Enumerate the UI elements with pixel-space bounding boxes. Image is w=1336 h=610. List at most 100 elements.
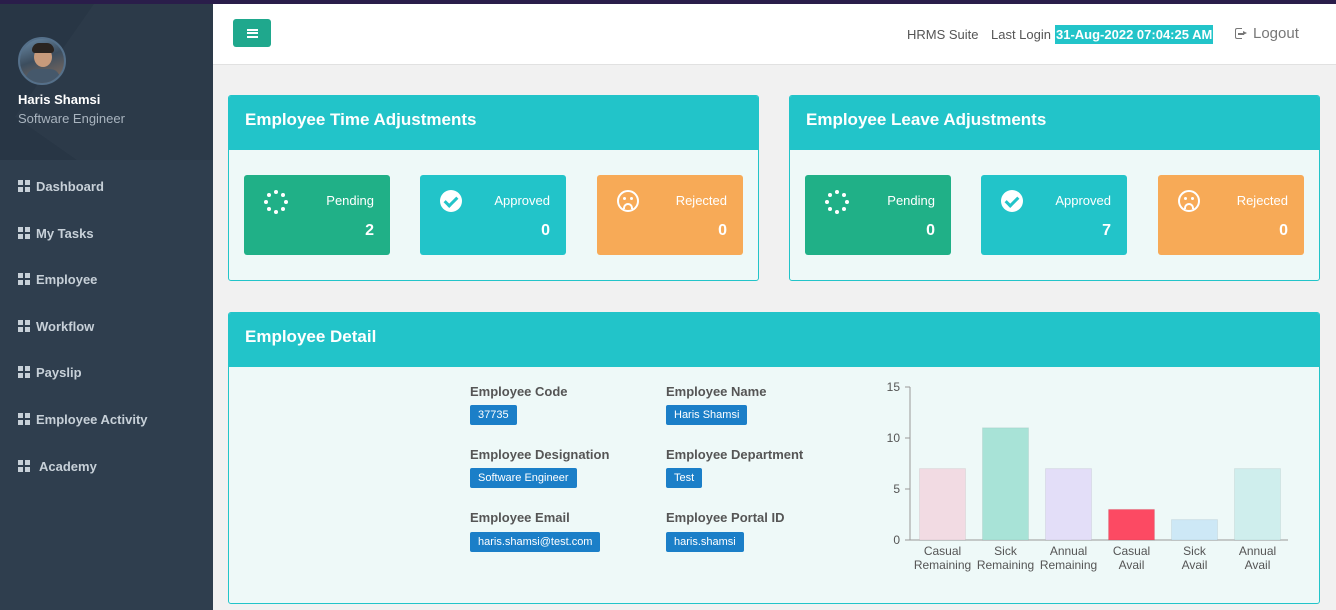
x-tick-label: Annual <box>1050 544 1087 558</box>
x-tick-label: Annual <box>1239 544 1276 558</box>
sidebar-item-payslip[interactable]: Payslip <box>18 362 82 382</box>
x-tick-label: Remaining <box>1040 558 1097 572</box>
chart-bar[interactable] <box>982 427 1029 541</box>
sidebar-item-workflow[interactable]: Workflow <box>18 316 94 336</box>
employee-name-value: Haris Shamsi <box>666 405 748 425</box>
time-pending-card[interactable]: Pending 2 <box>244 175 390 255</box>
grid-icon <box>18 273 30 285</box>
leave-balance-chart: 051015CasualRemainingSickRemainingAnnual… <box>887 380 1288 572</box>
sidebar-item-employee[interactable]: Employee <box>18 269 97 289</box>
logout-button[interactable]: Logout <box>1235 25 1299 42</box>
sidebar-item-dashboard[interactable]: Dashboard <box>18 176 104 196</box>
sidebar-item-label: My Tasks <box>36 225 94 241</box>
y-tick-label: 15 <box>887 380 901 394</box>
time-rejected-card[interactable]: Rejected 0 <box>597 175 743 255</box>
stat-label: Pending <box>887 193 935 208</box>
frown-icon <box>617 190 641 214</box>
employee-designation-label: Employee Designation <box>470 447 610 462</box>
leave-adjustments-panel: Employee Leave Adjustments Pending 0 App… <box>789 95 1320 281</box>
sign-out-icon <box>1235 28 1247 39</box>
employee-name-label: Employee Name <box>666 384 767 399</box>
spinner-icon <box>825 190 849 214</box>
employee-portal-label: Employee Portal ID <box>666 510 785 525</box>
grid-icon <box>18 413 30 425</box>
x-tick-label: Avail <box>1245 558 1271 572</box>
x-tick-label: Sick <box>994 544 1018 558</box>
last-login-label: Last Login <box>991 27 1051 42</box>
sidebar-item-label: Employee Activity <box>36 411 148 427</box>
sidebar-item-label: Academy <box>39 458 97 474</box>
user-profile: Haris Shamsi Software Engineer <box>0 4 213 160</box>
chart-bar[interactable] <box>1108 508 1155 541</box>
panel-title: Employee Leave Adjustments <box>790 96 1319 150</box>
stat-label: Rejected <box>675 193 727 208</box>
user-role: Software Engineer <box>18 111 125 126</box>
x-tick-label: Avail <box>1119 558 1145 572</box>
user-name: Haris Shamsi <box>18 92 101 107</box>
x-tick-label: Casual <box>924 544 961 558</box>
grid-icon <box>18 366 30 378</box>
chart-bar[interactable] <box>1234 468 1281 541</box>
menu-toggle-button[interactable] <box>233 19 271 47</box>
sidebar-item-employee-activity[interactable]: Employee Activity <box>18 409 148 429</box>
stat-label: Approved <box>1055 193 1111 208</box>
employee-department-value: Test <box>666 468 703 488</box>
grid-icon <box>18 180 30 192</box>
spinner-icon <box>264 190 288 214</box>
employee-department-label: Employee Department <box>666 447 804 462</box>
leave-approved-card[interactable]: Approved 7 <box>981 175 1127 255</box>
stat-value: 2 <box>365 222 374 239</box>
stat-label: Approved <box>494 193 550 208</box>
sidebar-item-academy[interactable]: Academy <box>18 456 97 476</box>
y-tick-label: 5 <box>893 482 900 496</box>
employee-email-value: haris.shamsi@test.com <box>470 532 601 552</box>
grid-icon <box>18 320 30 332</box>
check-circle-icon <box>440 190 464 214</box>
chart-bar[interactable] <box>1171 519 1218 541</box>
frown-icon <box>1178 190 1202 214</box>
sidebar: Haris Shamsi Software Engineer Dashboard… <box>0 4 213 610</box>
panel-title: Employee Detail <box>229 313 1319 367</box>
top-header: HRMS Suite Last Login 31-Aug-2022 07:04:… <box>213 4 1336 65</box>
stat-value: 0 <box>718 222 727 239</box>
grid-icon <box>18 460 30 472</box>
employee-portal-value: haris.shamsi <box>666 532 744 552</box>
sidebar-item-label: Employee <box>36 271 98 287</box>
sidebar-item-label: Dashboard <box>36 178 104 194</box>
stat-value: 7 <box>1102 222 1111 239</box>
time-adjustments-panel: Employee Time Adjustments Pending 2 Appr… <box>228 95 759 281</box>
stat-value: 0 <box>926 222 935 239</box>
app-name: HRMS Suite <box>907 27 979 42</box>
sidebar-item-label: Payslip <box>36 364 82 380</box>
leave-rejected-card[interactable]: Rejected 0 <box>1158 175 1304 255</box>
chart-bar[interactable] <box>1045 468 1092 541</box>
stat-value: 0 <box>541 222 550 239</box>
x-tick-label: Avail <box>1182 558 1208 572</box>
leave-pending-card[interactable]: Pending 0 <box>805 175 951 255</box>
panel-title: Employee Time Adjustments <box>229 96 758 150</box>
x-tick-label: Sick <box>1183 544 1207 558</box>
sidebar-item-label: Workflow <box>36 318 95 334</box>
stat-label: Pending <box>326 193 374 208</box>
x-tick-label: Remaining <box>914 558 971 572</box>
hamburger-icon <box>246 28 258 38</box>
time-approved-card[interactable]: Approved 0 <box>420 175 566 255</box>
top-strip <box>0 0 1336 4</box>
y-tick-label: 0 <box>893 533 900 547</box>
employee-designation-value: Software Engineer <box>470 468 577 488</box>
stat-value: 0 <box>1279 222 1288 239</box>
stat-label: Rejected <box>1236 193 1288 208</box>
x-tick-label: Casual <box>1113 544 1150 558</box>
last-login-value: 31-Aug-2022 07:04:25 AM <box>1055 25 1214 44</box>
y-tick-label: 10 <box>887 431 901 445</box>
check-circle-icon <box>1001 190 1025 214</box>
employee-email-label: Employee Email <box>470 510 570 525</box>
sidebar-item-my-tasks[interactable]: My Tasks <box>18 223 94 243</box>
x-tick-label: Remaining <box>977 558 1034 572</box>
employee-code-value: 37735 <box>470 405 517 425</box>
grid-icon <box>18 227 30 239</box>
chart-bar[interactable] <box>919 468 966 541</box>
employee-code-label: Employee Code <box>470 384 568 399</box>
logout-label: Logout <box>1253 25 1299 42</box>
avatar[interactable] <box>18 37 66 85</box>
